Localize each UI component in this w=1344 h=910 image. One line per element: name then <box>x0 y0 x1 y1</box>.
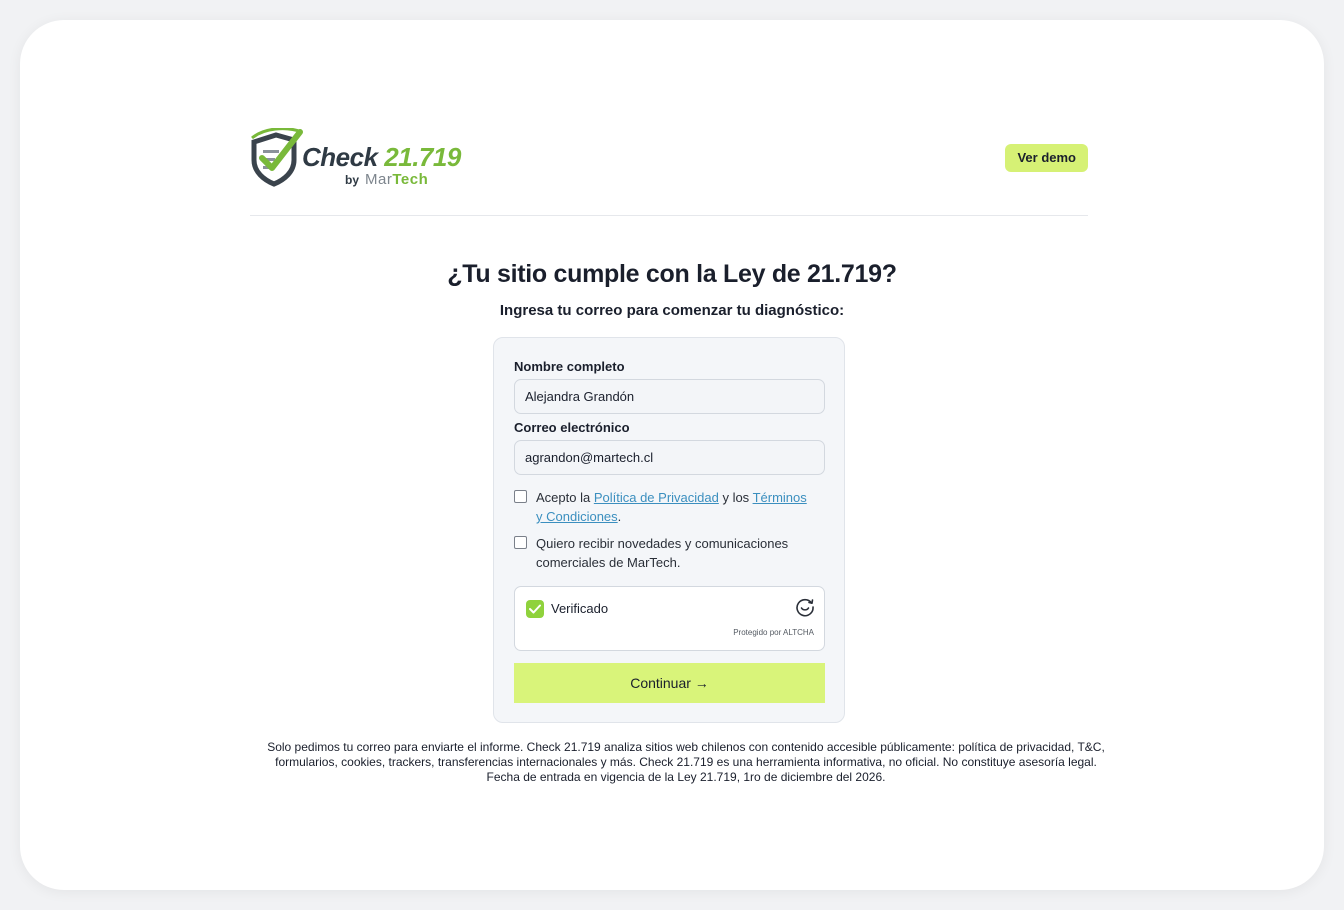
altcha-logo-icon[interactable] <box>795 597 815 617</box>
newsletter-checkbox[interactable] <box>514 536 527 549</box>
brand-number-text: 21.719 <box>384 142 461 172</box>
terms-checkbox-row[interactable]: Acepto la Política de Privacidad y los T… <box>514 488 814 528</box>
brand-mar-text: Mar <box>365 171 393 188</box>
shield-check-icon <box>251 128 303 187</box>
terms-text: Acepto la Política de Privacidad y los T… <box>536 488 816 526</box>
brand-name: Check 21.719 <box>302 142 461 173</box>
page-subtitle: Ingresa tu correo para comenzar tu diagn… <box>499 302 845 319</box>
disclaimer-text: Solo pedimos tu correo para enviarte el … <box>267 740 1105 784</box>
brand-byline: by MarTech <box>345 171 428 188</box>
continue-button[interactable]: Continuar → <box>514 663 825 703</box>
terms-middle: y los <box>718 490 753 505</box>
altcha-widget: Verificado Protegido por ALTCHA <box>514 586 825 651</box>
ver-demo-button[interactable]: Ver demo <box>1005 144 1088 172</box>
email-label: Correo electrónico <box>514 420 630 435</box>
captcha-protected-text: Protegido por ALTCHA <box>733 628 814 637</box>
newsletter-checkbox-row[interactable]: Quiero recibir novedades y comunicacione… <box>514 534 814 574</box>
diagnostic-form: Nombre completo Correo electrónico Acept… <box>493 337 845 723</box>
newsletter-label: Quiero recibir novedades y comunicacione… <box>536 536 789 570</box>
captcha-checkbox[interactable] <box>526 600 544 618</box>
captcha-label: Verificado <box>551 601 609 616</box>
brand-by-text: by <box>345 173 360 187</box>
name-label: Nombre completo <box>514 359 625 374</box>
brand-logo[interactable]: Check 21.719 by MarTech <box>250 126 461 190</box>
brand-check-text: Check <box>302 142 378 172</box>
checkmark-icon <box>529 604 541 614</box>
terms-prefix: Acepto la <box>536 490 594 505</box>
terms-checkbox[interactable] <box>514 490 527 503</box>
brand-tech-text: Tech <box>392 171 429 188</box>
site-header: Check 21.719 by MarTech Ver demo <box>250 126 1088 216</box>
email-field[interactable] <box>514 440 825 475</box>
name-field[interactable] <box>514 379 825 414</box>
page-title: ¿Tu sitio cumple con la Ley de 21.719? <box>447 260 897 288</box>
terms-suffix: . <box>617 509 622 524</box>
privacy-policy-link[interactable]: Política de Privacidad <box>594 490 719 505</box>
